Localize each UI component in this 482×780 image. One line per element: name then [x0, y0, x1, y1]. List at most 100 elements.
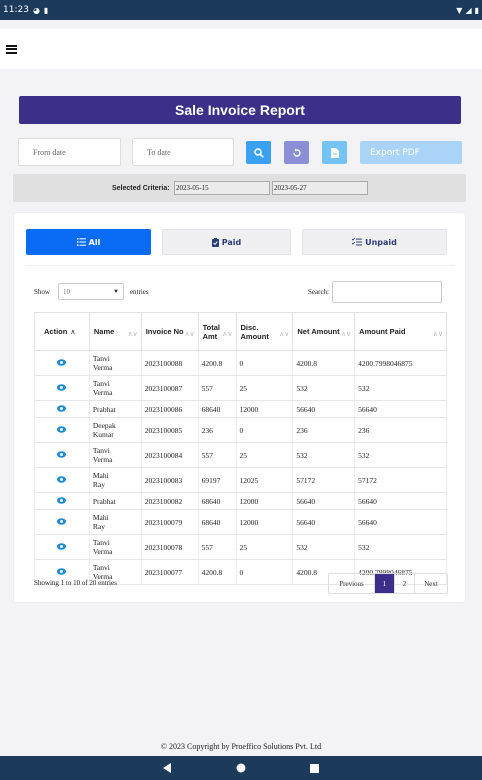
column-header[interactable]: Name ∧∨ — [88, 312, 142, 351]
table-cell: 12000 — [235, 400, 294, 418]
view-eye-icon[interactable] — [57, 383, 67, 391]
undo-icon — [292, 148, 301, 157]
to-date-input[interactable]: To date — [132, 138, 234, 166]
view-eye-icon[interactable] — [57, 542, 67, 550]
show-label: Show — [34, 287, 50, 296]
export-pdf-button[interactable]: Export PDF — [360, 141, 462, 164]
action-cell — [34, 417, 90, 443]
view-eye-icon[interactable] — [57, 425, 67, 433]
view-eye-icon[interactable] — [57, 475, 67, 483]
criteria-label: Selected Criteria: — [112, 184, 170, 192]
home-icon[interactable] — [236, 763, 246, 773]
signal-icon: ◢ — [465, 5, 472, 15]
view-eye-icon[interactable] — [57, 517, 67, 525]
table-cell: 236 — [354, 417, 447, 443]
android-nav-bar — [0, 756, 482, 780]
table-cell: Mahi Ray — [88, 509, 142, 535]
table-cell: 236 — [292, 417, 356, 443]
column-header-label: Name — [93, 327, 115, 336]
sort-icon: ∧∨ — [279, 331, 290, 338]
tab-paid-label: Paid — [221, 237, 242, 247]
table-row: Tanvi Verma 2023100084 557 25 532 532 — [34, 442, 447, 468]
top-bar — [0, 29, 482, 69]
view-eye-icon[interactable] — [57, 496, 67, 504]
sort-icon: ∧ — [70, 328, 76, 336]
pagination-page-2[interactable]: 2 — [395, 574, 415, 593]
action-cell — [34, 534, 90, 560]
column-header[interactable]: Action ∧ — [34, 312, 90, 351]
back-icon[interactable] — [163, 763, 172, 773]
table-cell: 557 — [197, 534, 237, 560]
table-cell: 0 — [235, 559, 294, 585]
entries-select-value: 10 — [62, 287, 70, 296]
table-cell: Tanvi Verma — [88, 350, 142, 376]
sync-icon: ◕ — [32, 5, 40, 15]
divider — [26, 265, 455, 266]
menu-icon[interactable] — [6, 44, 17, 54]
column-header-label: Invoice No — [145, 327, 184, 336]
from-date-input[interactable]: From date — [18, 138, 121, 166]
action-cell — [34, 400, 90, 418]
view-eye-icon[interactable] — [57, 567, 67, 575]
table-cell: 68640 — [197, 492, 237, 510]
column-header-label: Net Amount — [297, 327, 340, 336]
column-header[interactable]: Amount Paid ∧∨ — [354, 312, 447, 351]
action-cell — [34, 375, 90, 401]
table-search-input[interactable] — [332, 281, 442, 303]
table-cell: 57172 — [354, 467, 447, 493]
table-row: Prabhat 2023100082 68640 12000 56640 56640 — [34, 492, 447, 510]
view-eye-icon[interactable] — [57, 358, 67, 366]
search-button[interactable] — [246, 141, 271, 164]
table-cell: 2023100085 — [140, 417, 199, 443]
status-bar: 11:23 ◕ ▮ ▼ ◢ ▮ — [0, 0, 482, 20]
column-header[interactable]: Total Amt ∧∨ — [197, 312, 237, 351]
reset-button[interactable] — [284, 141, 309, 164]
view-eye-icon[interactable] — [57, 404, 67, 412]
tab-paid[interactable]: Paid — [162, 229, 291, 255]
sd-card-icon: ▮ — [43, 5, 49, 15]
table-body: Tanvi Verma 2023100088 4200.8 0 4200.8 4200.7… — [34, 350, 447, 585]
pagination-page-1[interactable]: 1 — [375, 574, 395, 593]
action-cell — [34, 509, 90, 535]
table-row: Prabhat 2023100086 68640 12000 56640 56640 — [34, 400, 447, 418]
column-header-label: Disc. Amount — [240, 322, 269, 341]
clipboard-check-icon — [211, 237, 219, 247]
column-header-label: Amount Paid — [359, 327, 406, 336]
wifi-icon: ▼ — [456, 5, 463, 15]
document-button[interactable] — [322, 141, 347, 164]
recents-icon[interactable] — [310, 763, 319, 773]
table-cell: 12000 — [235, 509, 294, 535]
copyright-text: © 2023 Copyright by Proeffico Solutions … — [160, 742, 322, 751]
tab-unpaid[interactable]: Unpaid — [302, 229, 447, 255]
table-row: Deepak Kumar 2023100085 236 0 236 236 — [34, 417, 447, 443]
table-cell: Mahi Ray — [88, 467, 142, 493]
table-cell: 2023100077 — [140, 559, 199, 585]
table-cell: 532 — [292, 375, 356, 401]
table-cell: 2023100078 — [140, 534, 199, 560]
page-title: Sale Invoice Report — [19, 96, 461, 124]
view-eye-icon[interactable] — [57, 450, 67, 458]
table-cell: 0 — [235, 417, 294, 443]
table-cell: 56640 — [292, 492, 356, 510]
pagination-next[interactable]: Next — [415, 574, 447, 593]
table-cell: 557 — [197, 375, 237, 401]
report-card: All Paid Unpaid Show 10 ▼ entries Search… — [13, 212, 466, 603]
table-cell: 69197 — [197, 467, 237, 493]
table-row: Tanvi Verma 2023100087 557 25 532 532 — [34, 375, 447, 401]
table-cell: 12025 — [235, 467, 294, 493]
table-cell: 56640 — [354, 492, 447, 510]
table-cell: 56640 — [354, 509, 447, 535]
search-icon — [253, 147, 264, 158]
column-header[interactable]: Invoice No ∧∨ — [140, 312, 199, 351]
table-cell: Tanvi Verma — [88, 534, 142, 560]
tab-unpaid-label: Unpaid — [365, 237, 397, 247]
table-cell: 4200.7998046875 — [354, 350, 447, 376]
table-cell: 557 — [197, 442, 237, 468]
table-cell: 4200.8 — [197, 559, 237, 585]
table-cell: Deepak Kumar — [88, 417, 142, 443]
column-header[interactable]: Net Amount ∧∨ — [292, 312, 356, 351]
column-header[interactable]: Disc. Amount ∧∨ — [235, 312, 294, 351]
tab-all[interactable]: All — [26, 229, 151, 255]
pagination-previous[interactable]: Previous — [329, 574, 375, 593]
entries-select[interactable]: 10 ▼ — [57, 283, 124, 300]
